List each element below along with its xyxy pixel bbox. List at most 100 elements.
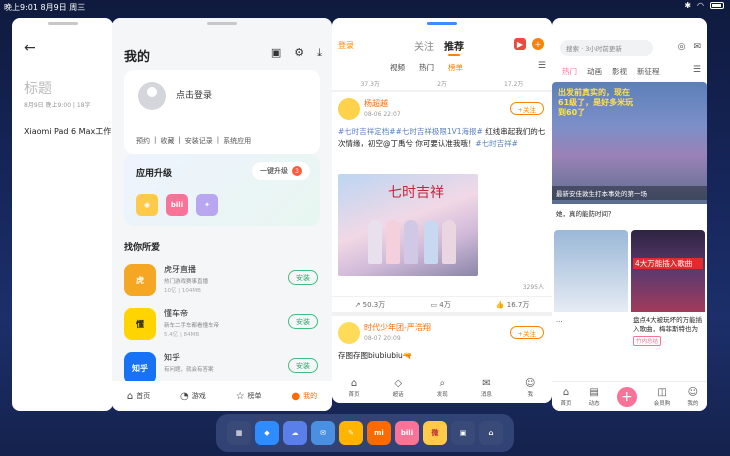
note-title[interactable]: 标题 [24,78,52,98]
quick-link-reserve[interactable]: 预约 [136,136,150,146]
bilibili-icon[interactable]: bili [395,421,419,445]
feed-post[interactable]: 杨超越 08-06 22:07 +关注 #七时吉祥定档##七时吉祥极限1V1海报… [332,92,552,312]
avatar[interactable] [138,82,166,110]
mail-icon[interactable]: ✉ [693,42,701,52]
video-subtitle: 最新安佳敦生打本事处的第一场 [552,186,707,200]
app-grid-icon[interactable]: ▦ [227,421,251,445]
follow-button[interactable]: +关注 [509,326,544,339]
weibo-app-icon[interactable]: ◉ [136,194,158,216]
tab-mine[interactable]: ● 我的 [291,391,317,402]
upload-button[interactable]: + [616,386,637,407]
tab-following[interactable]: 关注 [414,38,434,56]
video-card[interactable]: 4大万能插入歌曲 盘点4大被玩坏的万能插入歌曲，梅菲斯特也为了圣火之塔 竹内总结 [631,230,705,350]
quick-link-install-history[interactable]: 安装记录 [185,136,213,146]
install-button[interactable]: 安装 [288,358,318,373]
follow-button[interactable]: +关注 [509,102,544,115]
menu-icon[interactable]: ☰ [693,65,701,75]
install-button[interactable]: 安装 [288,270,318,285]
note-body[interactable]: Xiaomi Pad 6 Max工作 [24,126,111,137]
post-text[interactable]: 存图存图biubiubiu🔫 [338,350,546,362]
comment-count[interactable]: 2万 [437,79,447,88]
tab-ranking[interactable]: 榜单 [448,62,463,73]
liked-by: 3295人 [522,284,544,291]
profile-icon: ☺ [687,386,699,398]
tab-home[interactable]: ⌂ 首页 [561,387,572,407]
tab-recommended[interactable]: 推荐 [444,38,464,56]
tab-dynamic[interactable]: ▤ 动态 [589,387,600,407]
home-icon[interactable]: ⌂ [479,421,503,445]
profile-icon: ☺ [524,378,536,389]
repost-button[interactable]: ↗ 50.3万 [355,300,386,310]
avatar[interactable] [338,98,360,120]
app-list-item[interactable]: 懂 懂车帝 新车二手车都看懂车帝 5.4亿 | 84MB 安装 [124,306,320,346]
login-link[interactable]: 点击登录 [176,88,212,101]
upgrade-label: 应用升级 [136,169,173,179]
tab-messages[interactable]: ✉ 消息 [481,378,492,398]
repost-count[interactable]: 37.3万 [361,79,380,88]
weibo-icon[interactable]: 微 [423,421,447,445]
avatar[interactable] [338,322,360,344]
menu-icon[interactable]: ☰ [538,61,546,71]
tab-anime[interactable]: 动画 [587,66,602,77]
login-link[interactable]: 登录 [338,40,354,51]
download-icon[interactable]: ⤓ [317,46,322,60]
post-author[interactable]: 杨超越 [364,98,388,109]
tab-movies[interactable]: 影视 [612,66,627,77]
quick-link-system-apps[interactable]: 系统应用 [223,136,251,146]
comment-button[interactable]: ▭ 4万 [430,300,450,310]
settings-icon[interactable]: ⚙ [294,46,304,60]
quick-link-favorites[interactable]: 收藏 [160,136,174,146]
app-list-item[interactable]: 虎 虎牙直播 热门游戏赛事直播 10亿 | 104MB 安装 [124,262,320,302]
tab-mine[interactable]: ☺ 我的 [687,387,698,407]
install-button[interactable]: 安装 [288,314,318,329]
previous-post-actions: 37.3万 2万 17.2万 [332,76,552,90]
tab-games[interactable]: ◔ 游戏 [180,391,206,402]
tab-new-journey[interactable]: 新征程 [637,66,660,77]
post-author[interactable]: 时代少年团-严浩翔 [364,322,431,333]
video-icon[interactable]: ▶ [514,38,526,50]
tab-home[interactable]: ⌂ 首页 [127,391,150,402]
featured-video[interactable]: 出发前真实的，现在61级了，是好多米玩到60了 最新安佳敦生打本事处的第一场 她… [552,82,707,238]
tab-rankings[interactable]: ☆ 榜单 [236,391,262,402]
feed-post[interactable]: 时代少年团-严浩翔 08-07 20:09 +关注 存图存图biubiubiu🔫 [332,316,552,376]
upgrade-all-button[interactable]: 一键升级 3 [252,162,310,180]
mail-icon: ✉ [482,378,491,389]
game-controller-icon[interactable]: ◎ [678,42,686,52]
post-text[interactable]: #七时吉祥定档##七时吉祥极限1V1海报# 红线串起我们的七次情缘，初空@丁禹兮… [338,126,546,150]
window-handle[interactable] [427,22,457,25]
multitask-icon[interactable]: ▣ [451,421,475,445]
browser-icon[interactable]: ◆ [255,421,279,445]
login-card[interactable]: 点击登录 预约 | 收藏 | 安装记录 | 系统应用 [124,70,320,154]
tab-popular[interactable]: 热门 [562,66,577,77]
dock: ▦ ◆ ☁ ✉ ✎ mi bili 微 ▣ ⌂ [216,414,514,452]
dongchedi-app-icon: 懂 [124,308,156,340]
app-name: 知乎 [164,353,180,362]
tab-super-topic[interactable]: ◇ 超话 [393,378,404,398]
message-icon[interactable]: ▣ [271,46,281,60]
unicorn-app-icon[interactable]: ✦ [196,194,218,216]
search-input[interactable]: 搜索 · 3小时前更新 [560,40,653,56]
video-card[interactable]: … [554,230,628,350]
uploader-tag[interactable]: 竹内总结 [633,336,662,346]
window-handle[interactable] [207,22,237,25]
status-time: 晚上9:01 8月9日 周三 [4,3,86,12]
mail-icon[interactable]: ✉ [311,421,335,445]
window-handle[interactable] [47,22,78,25]
mi-store-icon[interactable]: mi [367,421,391,445]
tab-me[interactable]: ☺ 我 [525,378,535,398]
home-icon: ⌂ [350,378,358,389]
notes-icon[interactable]: ✎ [339,421,363,445]
cloud-icon[interactable]: ☁ [283,421,307,445]
tab-discover[interactable]: ⌕ 发现 [437,378,448,398]
status-bar: 晚上9:01 8月9日 周三 ✱ ◠ [0,0,730,14]
tab-video[interactable]: 视频 [390,62,405,73]
tab-hot[interactable]: 热门 [419,62,434,73]
post-image[interactable]: 七时吉祥 [338,174,478,276]
back-arrow-icon[interactable]: ← [24,40,36,56]
like-count[interactable]: 17.2万 [504,79,523,88]
add-icon[interactable]: + [532,38,544,50]
like-button[interactable]: 👍 16.7万 [496,300,530,310]
tab-shop[interactable]: ◫ 会员购 [654,387,671,407]
tab-home[interactable]: ⌂ 首页 [349,378,360,398]
bilibili-app-icon[interactable]: bili [166,194,188,216]
